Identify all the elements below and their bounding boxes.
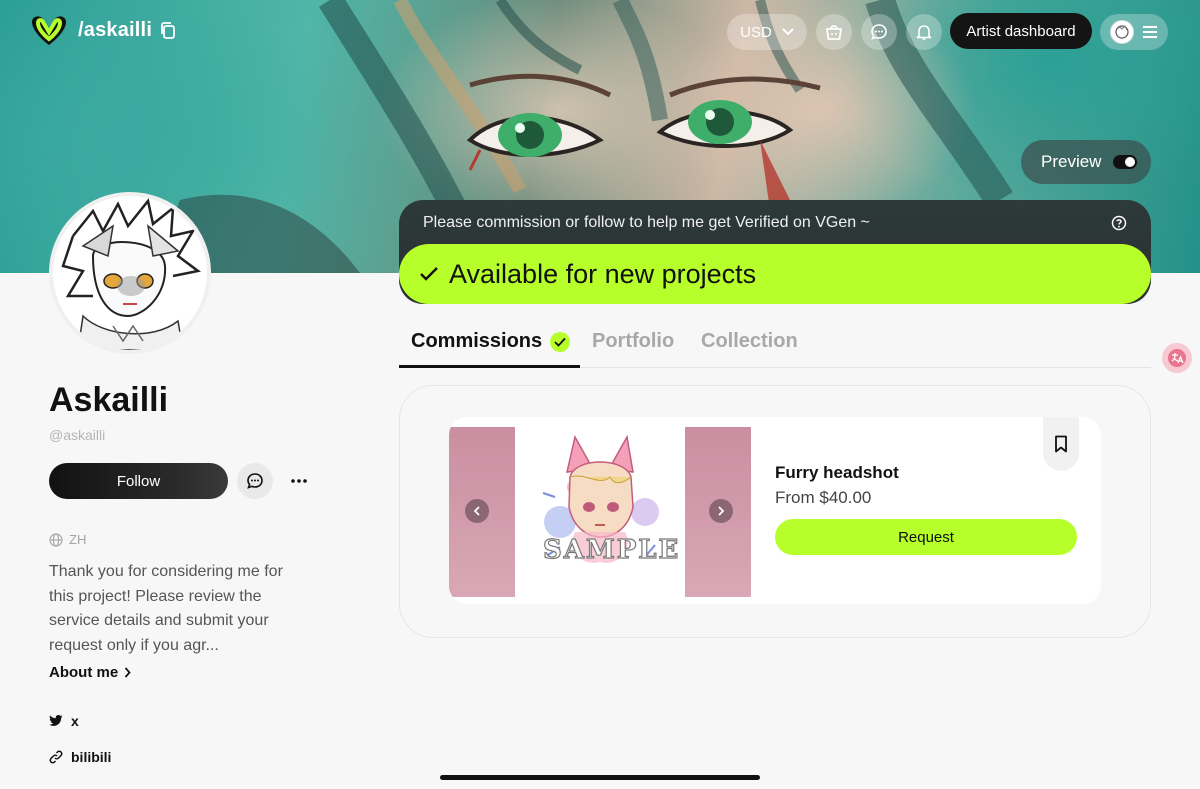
bookmark-button[interactable] <box>1043 417 1079 471</box>
chat-bubble-icon <box>871 24 887 40</box>
tab-commissions[interactable]: Commissions <box>411 330 571 353</box>
shopping-bag-icon <box>826 25 842 40</box>
tab-collection[interactable]: Collection <box>701 330 798 353</box>
message-button[interactable] <box>237 463 273 499</box>
preview-switch[interactable] <box>1113 155 1138 169</box>
profile-avatar <box>49 192 211 354</box>
home-indicator <box>440 775 760 780</box>
chevron-down-icon <box>782 28 794 36</box>
about-me-link[interactable]: About me <box>49 664 131 681</box>
checkmark-icon <box>420 267 438 281</box>
about-me-label: About me <box>49 664 119 681</box>
request-button[interactable]: Request <box>775 519 1077 555</box>
social-link-x[interactable]: x <box>49 713 79 729</box>
carousel-prev-button[interactable] <box>465 499 489 523</box>
social-label: bilibili <box>71 749 112 765</box>
notifications-button[interactable] <box>906 14 942 50</box>
chevron-left-icon <box>473 506 480 516</box>
copy-icon[interactable] <box>160 22 176 40</box>
translate-button[interactable] <box>1162 343 1192 373</box>
cart-button[interactable] <box>816 14 852 50</box>
preview-toggle[interactable]: Preview <box>1021 140 1151 184</box>
artist-dashboard-button[interactable]: Artist dashboard <box>950 13 1092 49</box>
tab-portfolio[interactable]: Portfolio <box>592 330 674 353</box>
currency-selector[interactable]: USD <box>727 14 807 50</box>
tab-label: Commissions <box>411 330 543 352</box>
avatar-artwork <box>61 198 201 350</box>
bookmark-icon <box>1055 435 1067 453</box>
vgen-logo-icon[interactable] <box>28 14 70 48</box>
commission-card[interactable]: SAMPLE Furry headshot From $40.00 Reques… <box>449 417 1101 604</box>
language-indicator: ZH <box>49 532 86 547</box>
availability-status: Available for new projects <box>399 244 1151 304</box>
help-icon[interactable] <box>1111 215 1127 231</box>
avatar-sketch-icon <box>1115 25 1129 39</box>
globe-icon <box>49 532 63 547</box>
user-menu-button[interactable] <box>1100 14 1168 50</box>
chevron-right-icon <box>124 667 131 678</box>
social-link-bilibili[interactable]: bilibili <box>49 749 111 765</box>
bell-icon <box>916 25 932 40</box>
tab-label: Portfolio <box>592 330 675 352</box>
availability-text: Available for new projects <box>449 258 757 289</box>
user-avatar <box>1110 20 1134 44</box>
profile-username: @askailli <box>49 427 106 443</box>
chevron-right-icon <box>718 506 725 516</box>
top-navigation: /askailli USD Artist dashboard <box>0 0 1200 64</box>
ellipsis-icon <box>291 479 307 483</box>
twitter-icon <box>49 715 63 726</box>
active-tab-indicator <box>399 365 580 368</box>
social-label: x <box>71 713 79 729</box>
hamburger-menu-icon <box>1143 26 1157 38</box>
carousel-next-button[interactable] <box>709 499 733 523</box>
translate-icon <box>1168 349 1186 367</box>
chat-bubble-icon <box>247 473 263 489</box>
commission-price: From $40.00 <box>775 488 872 507</box>
language-label: ZH <box>69 532 87 547</box>
profile-handle: /askailli <box>78 19 153 41</box>
commission-title[interactable]: Furry headshot <box>775 463 899 483</box>
tab-label: Collection <box>701 330 798 352</box>
link-icon <box>49 750 63 764</box>
messages-button[interactable] <box>861 14 897 50</box>
more-options-button[interactable] <box>284 463 314 499</box>
follow-button[interactable]: Follow <box>49 463 228 499</box>
currency-label: USD <box>740 23 772 41</box>
notice-text: Please commission or follow to help me g… <box>423 214 870 231</box>
carousel-current-slide[interactable]: SAMPLE <box>515 427 685 597</box>
sample-image <box>542 434 659 563</box>
sample-carousel: SAMPLE <box>449 427 751 597</box>
verified-check-icon <box>550 331 571 352</box>
sample-watermark: SAMPLE <box>542 534 681 565</box>
profile-tabs: Commissions Portfolio Collection <box>399 325 1151 368</box>
profile-bio: Thank you for considering me for this pr… <box>49 563 283 654</box>
preview-label: Preview <box>1041 152 1102 171</box>
profile-name: Askailli <box>49 381 169 419</box>
